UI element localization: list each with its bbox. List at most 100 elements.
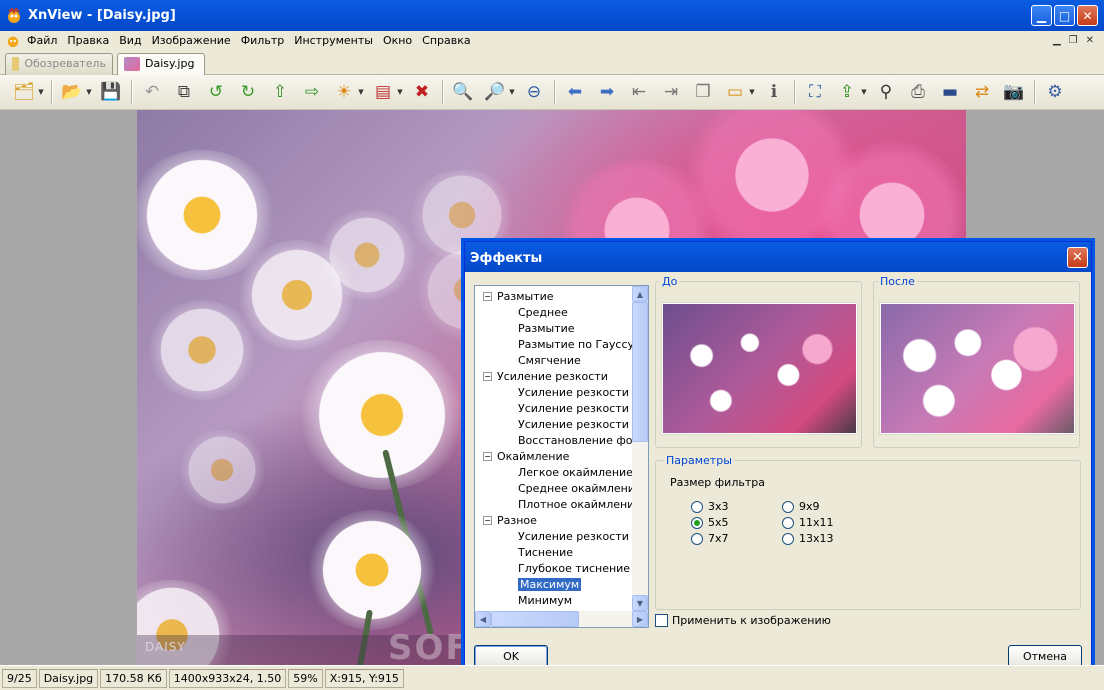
close-button[interactable]: ✕ bbox=[1077, 5, 1098, 26]
tree-vertical-scrollbar[interactable]: ▲ ▼ bbox=[632, 286, 648, 611]
radio-dot[interactable] bbox=[782, 500, 794, 513]
tree-item[interactable]: Размытие bbox=[518, 320, 575, 336]
info-icon[interactable]: ℹ bbox=[761, 79, 787, 105]
chevron-down-icon[interactable]: ▼ bbox=[37, 79, 45, 105]
maximize-button[interactable]: □ bbox=[1054, 5, 1075, 26]
effects-tree[interactable]: − Размытие Среднее Размытие Размытие по Гаус… bbox=[474, 285, 649, 628]
scroll-up-icon[interactable]: ▲ bbox=[632, 286, 648, 302]
first-icon[interactable]: ⇤ bbox=[626, 79, 652, 105]
tree-item[interactable]: Восстановление фоку bbox=[518, 432, 646, 448]
collapse-icon[interactable]: − bbox=[483, 451, 492, 461]
prev-icon[interactable]: ⬅ bbox=[562, 79, 588, 105]
collapse-icon[interactable]: − bbox=[483, 291, 492, 301]
scroll-down-icon[interactable]: ▼ bbox=[632, 595, 648, 611]
adjust-icon[interactable]: ☀ bbox=[331, 79, 357, 105]
menu-view[interactable]: Вид bbox=[114, 34, 146, 47]
mdi-close-icon[interactable]: ✕ bbox=[1086, 35, 1094, 46]
zoom-out-icon[interactable]: ⊖ bbox=[521, 79, 547, 105]
zoom-in-icon[interactable]: 🔍 bbox=[450, 79, 476, 105]
size-5x5-radio[interactable]: 5x5 bbox=[691, 516, 729, 529]
radio-dot[interactable] bbox=[782, 516, 794, 529]
save-icon[interactable]: 💾 bbox=[98, 79, 124, 105]
size-9x9-radio[interactable]: 9x9 bbox=[782, 500, 820, 513]
chevron-down-icon[interactable]: ▼ bbox=[396, 79, 404, 105]
compare-icon[interactable]: ❐ bbox=[690, 79, 716, 105]
convert-icon[interactable]: ⇪ bbox=[834, 79, 860, 105]
radio-dot[interactable] bbox=[782, 532, 794, 545]
dialog-close-button[interactable]: ✕ bbox=[1067, 247, 1088, 268]
zoom-1to1-icon[interactable]: 🔎 bbox=[482, 79, 508, 105]
tree-item[interactable]: Среднее bbox=[518, 304, 568, 320]
last-icon[interactable]: ⇥ bbox=[658, 79, 684, 105]
tree-group[interactable]: − Усиление резкости bbox=[483, 368, 608, 384]
checkbox-box[interactable] bbox=[655, 614, 668, 627]
tree-group[interactable]: − Размытие bbox=[483, 288, 554, 304]
scanner-icon[interactable]: ▬ bbox=[937, 79, 963, 105]
browser-tree-icon[interactable]: 🗂 bbox=[11, 79, 37, 105]
tree-item[interactable]: Максимум bbox=[518, 576, 582, 592]
settings-icon[interactable]: ⚙ bbox=[1042, 79, 1068, 105]
menu-edit[interactable]: Правка bbox=[62, 34, 114, 47]
scroll-thumb[interactable] bbox=[632, 302, 648, 442]
size-13x13-radio[interactable]: 13x13 bbox=[782, 532, 834, 545]
radio-dot[interactable] bbox=[691, 516, 703, 529]
size-7x7-radio[interactable]: 7x7 bbox=[691, 532, 729, 545]
tree-item[interactable]: Размытие по Гауссу bbox=[518, 336, 634, 352]
mdi-restore-icon[interactable]: ❐ bbox=[1069, 35, 1078, 46]
minimize-button[interactable]: ▁ bbox=[1031, 5, 1052, 26]
collapse-icon[interactable]: − bbox=[483, 371, 492, 381]
print-icon[interactable]: ⎙ bbox=[905, 79, 931, 105]
menu-help[interactable]: Справка bbox=[417, 34, 475, 47]
red-eye-icon[interactable]: ✖ bbox=[409, 79, 435, 105]
find-icon[interactable]: ⚲ bbox=[873, 79, 899, 105]
undo-icon[interactable]: ↶ bbox=[139, 79, 165, 105]
tree-item[interactable]: Усиление резкости де bbox=[518, 384, 647, 400]
menu-window[interactable]: Окно bbox=[378, 34, 417, 47]
size-3x3-radio[interactable]: 3x3 bbox=[691, 500, 729, 513]
tree-item[interactable]: Минимум bbox=[518, 592, 572, 608]
scroll-left-icon[interactable]: ◀ bbox=[475, 611, 491, 627]
tree-group[interactable]: − Окаймление bbox=[483, 448, 569, 464]
tree-item[interactable]: Легкое окаймление кр bbox=[518, 464, 648, 480]
collapse-icon[interactable]: − bbox=[483, 515, 492, 525]
capture-icon[interactable]: ⇄ bbox=[969, 79, 995, 105]
radio-dot[interactable] bbox=[691, 532, 703, 545]
camera-icon[interactable]: 📷 bbox=[1001, 79, 1027, 105]
chevron-down-icon[interactable]: ▼ bbox=[508, 79, 516, 105]
tree-horizontal-scrollbar[interactable]: ◀ ▶ bbox=[475, 611, 648, 627]
apply-to-image-checkbox[interactable]: Применить к изображению bbox=[655, 614, 831, 627]
fit-icon[interactable]: ⛶ bbox=[802, 79, 828, 105]
size-11x11-radio[interactable]: 11x11 bbox=[782, 516, 834, 529]
radio-dot[interactable] bbox=[691, 500, 703, 513]
chevron-down-icon[interactable]: ▼ bbox=[748, 79, 756, 105]
menu-tools[interactable]: Инструменты bbox=[289, 34, 378, 47]
tree-item[interactable]: Глубокое тиснение bbox=[518, 560, 630, 576]
chevron-down-icon[interactable]: ▼ bbox=[85, 79, 93, 105]
tree-item[interactable]: Тиснение bbox=[518, 544, 573, 560]
crop-icon[interactable]: ⧉ bbox=[171, 79, 197, 105]
menu-file[interactable]: Файл bbox=[22, 34, 62, 47]
tree-item[interactable]: Усиление резкости на bbox=[518, 400, 646, 416]
chevron-down-icon[interactable]: ▼ bbox=[860, 79, 868, 105]
move-up-icon[interactable]: ⇧ bbox=[267, 79, 293, 105]
tree-item[interactable]: Усиление резкости bbox=[518, 528, 629, 544]
color-bars-icon[interactable]: ▤ bbox=[370, 79, 396, 105]
tab-daisy[interactable]: Daisy.jpg bbox=[117, 53, 205, 75]
slideshow-icon[interactable]: ▭ bbox=[722, 79, 748, 105]
tree-item[interactable]: Усиление резкости фо bbox=[518, 416, 648, 432]
export-icon[interactable]: ⇨ bbox=[299, 79, 325, 105]
scroll-right-icon[interactable]: ▶ bbox=[632, 611, 648, 627]
menu-image[interactable]: Изображение bbox=[147, 34, 236, 47]
menu-filter[interactable]: Фильтр bbox=[236, 34, 290, 47]
tab-browser[interactable]: Обозреватель bbox=[5, 53, 113, 75]
tree-group[interactable]: − Разное bbox=[483, 512, 537, 528]
open-icon[interactable]: 📂 bbox=[59, 79, 85, 105]
next-icon[interactable]: ➡ bbox=[594, 79, 620, 105]
tree-item[interactable]: Смягчение bbox=[518, 352, 581, 368]
tree-item[interactable]: Среднее окаймление bbox=[518, 480, 642, 496]
mdi-minimize-icon[interactable]: ▁ bbox=[1053, 35, 1061, 46]
rotate-right-icon[interactable]: ↻ bbox=[235, 79, 261, 105]
hscroll-thumb[interactable] bbox=[491, 611, 579, 627]
tree-item[interactable]: Плотное окаймление bbox=[518, 496, 641, 512]
rotate-left-icon[interactable]: ↺ bbox=[203, 79, 229, 105]
